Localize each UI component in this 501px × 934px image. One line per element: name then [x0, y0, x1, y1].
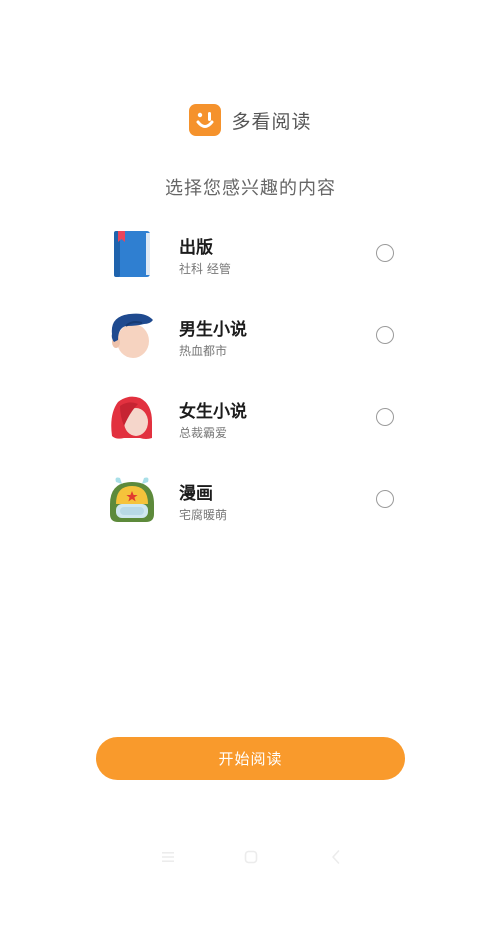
back-icon[interactable] — [324, 845, 348, 869]
category-subtitle: 宅腐暖萌 — [179, 508, 228, 522]
category-item-male-novel[interactable]: 男生小说 热血都市 — [0, 305, 501, 387]
category-radio[interactable] — [376, 244, 394, 262]
category-list: 出版 社科 经管 男生小说 热血都市 女生小说 总裁霸爱 漫画 宅腐暖萌 — [0, 223, 501, 551]
category-radio[interactable] — [376, 490, 394, 508]
comic-character-icon — [106, 474, 158, 526]
category-title: 男生小说 — [179, 320, 247, 340]
girl-avatar-icon — [106, 392, 158, 444]
category-radio[interactable] — [376, 408, 394, 426]
book-icon — [106, 228, 158, 280]
category-title: 出版 — [179, 238, 213, 258]
home-icon[interactable] — [239, 845, 263, 869]
category-subtitle: 社科 经管 — [179, 262, 231, 276]
boy-avatar-icon — [106, 310, 158, 362]
category-item-comics[interactable]: 漫画 宅腐暖萌 — [0, 469, 501, 551]
page-headline: 选择您感兴趣的内容 — [165, 178, 336, 199]
app-name: 多看阅读 — [231, 110, 312, 133]
start-reading-button[interactable]: 开始阅读 — [96, 737, 405, 780]
system-nav-bar — [0, 845, 501, 869]
category-title: 女生小说 — [179, 402, 247, 422]
smile-logo-icon — [189, 104, 222, 136]
category-item-publishing[interactable]: 出版 社科 经管 — [0, 223, 501, 305]
category-item-female-novel[interactable]: 女生小说 总裁霸爱 — [0, 387, 501, 469]
category-subtitle: 总裁霸爱 — [179, 426, 228, 440]
app-brand: 多看阅读 — [0, 104, 501, 136]
category-title: 漫画 — [179, 484, 213, 504]
category-radio[interactable] — [376, 326, 394, 344]
category-subtitle: 热血都市 — [179, 344, 228, 358]
menu-icon[interactable] — [156, 845, 180, 869]
